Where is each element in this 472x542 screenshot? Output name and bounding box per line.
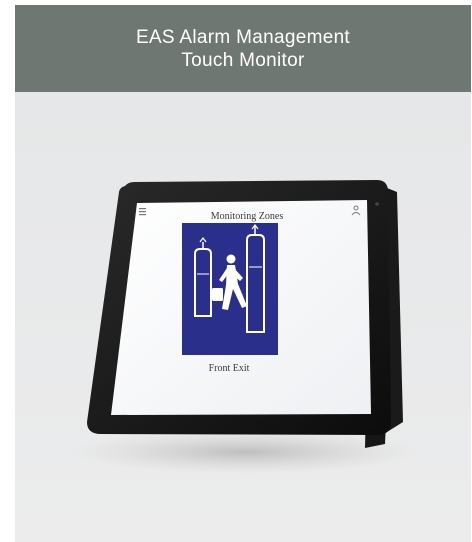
product-photo: Monitoring Zones Front Exit [15,92,471,542]
product-card: EAS Alarm Management Touch Monitor Monit… [15,5,471,542]
product-title-line2: Touch Monitor [181,49,305,71]
zone-label: Front Exit [209,363,250,374]
product-title-banner: EAS Alarm Management Touch Monitor [15,5,471,92]
menu-icon[interactable] [139,208,146,216]
camera-icon [375,202,379,206]
zone-tile-front-exit[interactable] [182,223,278,355]
screen-title: Monitoring Zones [211,211,284,222]
product-title-line1: EAS Alarm Management [135,26,351,48]
tablet-illustration: Monitoring Zones Front Exit [70,180,420,474]
